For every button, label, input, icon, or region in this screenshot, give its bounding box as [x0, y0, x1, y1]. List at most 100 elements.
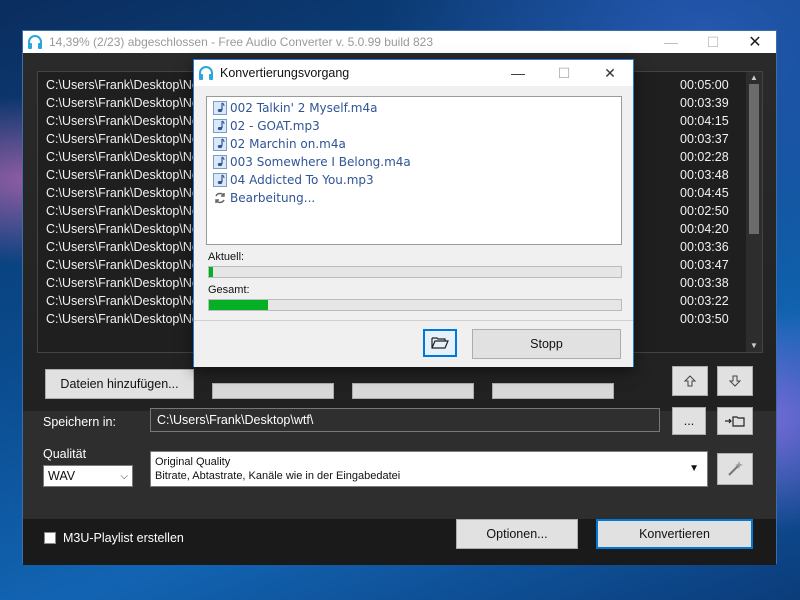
- conversion-dialog: Konvertierungsvorgang — ☐ ✕ 002 Talkin' …: [193, 59, 634, 367]
- total-progress-bar: [208, 299, 622, 311]
- file-duration: 00:04:15: [680, 114, 729, 128]
- file-duration: 00:02:28: [680, 150, 729, 164]
- dialog-titlebar[interactable]: Konvertierungsvorgang — ☐ ✕: [194, 60, 633, 86]
- options-button[interactable]: Optionen...: [456, 519, 578, 549]
- file-duration: 00:03:48: [680, 168, 729, 182]
- task-item[interactable]: Bearbeitung...: [213, 189, 315, 207]
- file-duration: 00:03:22: [680, 294, 729, 308]
- file-duration: 00:04:45: [680, 186, 729, 200]
- window-title: 14,39% (2/23) abgeschlossen - Free Audio…: [49, 35, 434, 49]
- total-progress-fill: [209, 300, 269, 310]
- stop-button[interactable]: Stopp: [472, 329, 621, 359]
- file-path: C:\Users\Frank\Desktop\Ne: [46, 222, 196, 236]
- close-button[interactable]: ✕: [734, 31, 776, 53]
- task-name: Bearbeitung...: [230, 191, 316, 205]
- task-name: 04 Addicted To You.mp3: [230, 173, 374, 187]
- dialog-maximize-button[interactable]: ☐: [541, 60, 587, 86]
- playlist-label: M3U-Playlist erstellen: [63, 531, 184, 545]
- dialog-title: Konvertierungsvorgang: [220, 66, 350, 80]
- browse-button[interactable]: ...: [672, 407, 706, 435]
- dropdown-triangle-icon: ▼: [689, 463, 699, 474]
- quality-title: Original Quality: [155, 456, 231, 468]
- task-name: 002 Talkin' 2 Myself.m4a: [230, 101, 378, 115]
- file-path: C:\Users\Frank\Desktop\Ne: [46, 186, 196, 200]
- file-path: C:\Users\Frank\Desktop\Ne: [46, 150, 196, 164]
- file-path: C:\Users\Frank\Desktop\Ne: [46, 78, 196, 92]
- task-item[interactable]: 003 Somewhere I Belong.m4a: [213, 153, 411, 171]
- file-duration: 00:04:20: [680, 222, 729, 236]
- toolbar-button-2[interactable]: [212, 383, 334, 399]
- music-note-icon: [213, 137, 227, 151]
- toolbar-button-3[interactable]: [352, 383, 474, 399]
- quality-wizard-button[interactable]: [717, 453, 753, 485]
- maximize-button[interactable]: ☐: [692, 31, 734, 53]
- total-label: Gesamt:: [208, 284, 250, 296]
- save-path-field[interactable]: C:\Users\Frank\Desktop\wtf\: [150, 408, 660, 432]
- task-list[interactable]: 002 Talkin' 2 Myself.m4a 02 - GOAT.mp3 02 …: [206, 96, 622, 245]
- current-progress-bar: [208, 266, 622, 278]
- move-down-button[interactable]: [717, 366, 753, 396]
- scroll-up-arrow-icon[interactable]: ▲: [746, 72, 762, 84]
- music-note-icon: [213, 119, 227, 133]
- headphones-icon: [199, 66, 213, 80]
- window-controls: — ☐ ✕: [650, 31, 776, 53]
- file-duration: 00:02:50: [680, 204, 729, 218]
- minimize-button[interactable]: —: [650, 31, 692, 53]
- refresh-icon: [215, 192, 225, 204]
- file-duration: 00:03:39: [680, 96, 729, 110]
- task-name: 02 - GOAT.mp3: [230, 119, 320, 133]
- file-list-scrollbar[interactable]: ▲ ▼: [746, 72, 762, 352]
- toolbar-button-4[interactable]: [492, 383, 614, 399]
- playlist-checkbox[interactable]: [44, 532, 56, 544]
- save-label: Speichern in:: [43, 415, 116, 429]
- arrow-down-icon: [728, 375, 742, 387]
- dialog-close-button[interactable]: ✕: [587, 60, 633, 86]
- file-path: C:\Users\Frank\Desktop\Ne: [46, 276, 196, 290]
- format-select[interactable]: WAV ⌵: [43, 465, 133, 487]
- current-label: Aktuell:: [208, 251, 245, 263]
- music-note-icon: [213, 173, 227, 187]
- file-duration: 00:03:36: [680, 240, 729, 254]
- task-item[interactable]: 04 Addicted To You.mp3: [213, 171, 374, 189]
- task-item[interactable]: 02 - GOAT.mp3: [213, 117, 320, 135]
- task-item[interactable]: 02 Marchin on.m4a: [213, 135, 346, 153]
- quality-description: Bitrate, Abtastrate, Kanäle wie in der E…: [155, 470, 401, 482]
- file-path: C:\Users\Frank\Desktop\Ne: [46, 168, 196, 182]
- add-files-button[interactable]: Dateien hinzufügen...: [45, 369, 194, 399]
- open-folder-icon: [431, 337, 449, 349]
- task-item[interactable]: 002 Talkin' 2 Myself.m4a: [213, 99, 377, 117]
- file-path: C:\Users\Frank\Desktop\Ne: [46, 132, 196, 146]
- arrow-up-icon: [683, 375, 697, 387]
- format-value: WAV: [48, 469, 76, 483]
- file-duration: 00:03:37: [680, 132, 729, 146]
- task-name: 003 Somewhere I Belong.m4a: [230, 155, 411, 169]
- file-path: C:\Users\Frank\Desktop\Ne: [46, 96, 196, 110]
- move-up-button[interactable]: [672, 366, 708, 396]
- file-path: C:\Users\Frank\Desktop\Ne: [46, 294, 196, 308]
- scroll-thumb[interactable]: [749, 84, 759, 234]
- current-progress-fill: [209, 267, 214, 277]
- music-note-icon: [213, 101, 227, 115]
- file-path: C:\Users\Frank\Desktop\Ne: [46, 204, 196, 218]
- magic-wand-icon: [728, 461, 743, 476]
- file-duration: 00:03:47: [680, 258, 729, 272]
- task-name: 02 Marchin on.m4a: [230, 137, 346, 151]
- open-folder-button[interactable]: [717, 407, 753, 435]
- music-note-icon: [213, 155, 227, 169]
- dialog-window-controls: — ☐ ✕: [495, 60, 633, 86]
- headphones-icon: [28, 35, 42, 49]
- convert-button[interactable]: Konvertieren: [596, 519, 753, 549]
- scroll-down-arrow-icon[interactable]: ▼: [746, 340, 762, 352]
- file-path: C:\Users\Frank\Desktop\Ne: [46, 258, 196, 272]
- quality-select[interactable]: Original Quality Bitrate, Abtastrate, Ka…: [150, 451, 708, 487]
- dialog-minimize-button[interactable]: —: [495, 60, 541, 86]
- file-duration: 00:05:00: [680, 78, 729, 92]
- chevron-down-icon: ⌵: [120, 471, 128, 482]
- main-titlebar[interactable]: 14,39% (2/23) abgeschlossen - Free Audio…: [23, 31, 776, 53]
- open-output-folder-button[interactable]: [423, 329, 457, 357]
- file-path: C:\Users\Frank\Desktop\Ne: [46, 240, 196, 254]
- file-duration: 00:03:38: [680, 276, 729, 290]
- file-path: C:\Users\Frank\Desktop\Ne: [46, 312, 196, 326]
- file-duration: 00:03:50: [680, 312, 729, 326]
- file-path: C:\Users\Frank\Desktop\Ne: [46, 114, 196, 128]
